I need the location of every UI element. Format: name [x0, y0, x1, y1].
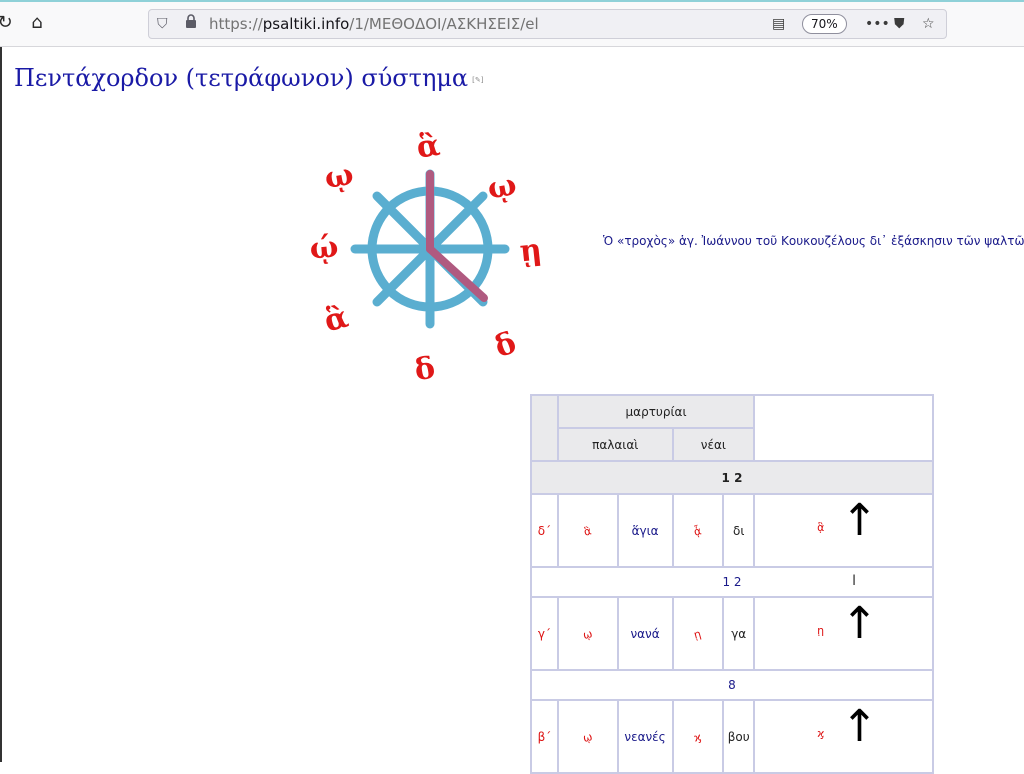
home-icon[interactable]: ⌂ — [26, 12, 48, 34]
degree-cell: β΄ — [530, 699, 559, 774]
lock-icon[interactable] — [185, 14, 197, 34]
interval-row: 1 2 — [530, 566, 934, 598]
reader-view-icon[interactable]: ▤ — [772, 14, 785, 34]
table-row: δ΄ ἃ ἅγια ᾆ δι ᾃ ↑ — [530, 493, 934, 568]
arrow-cell: ᾃ ↑ — [753, 493, 934, 568]
degree-cell: δ΄ — [530, 493, 559, 568]
neume-icon: ᾆ — [692, 523, 704, 539]
url-path: /1/ΜΕΘΟΔΟΙ/ΑΣΚΗΣΕΙΣ/el — [349, 15, 539, 33]
reload-icon[interactable]: ↻ — [0, 12, 16, 34]
syllable-cell: γα — [722, 596, 756, 671]
koukouzeles-wheel-image: ἃ ῳ ῃ δ δ ἃ ῴ ῳ — [308, 128, 543, 388]
svg-text:ῃ: ῃ — [518, 232, 543, 269]
degree-cell: γ΄ — [530, 596, 559, 671]
svg-text:ἃ: ἃ — [321, 300, 352, 340]
table-row: γ΄ ῳ νανά ῃ γα ῃ ↑ — [530, 596, 934, 671]
table-row: β΄ ῳ νεανές ϗ βου ϗ ↑ — [530, 699, 934, 774]
arrow-cell: ῃ ↑ — [753, 596, 934, 671]
interval-row: 1 2 — [530, 460, 934, 495]
text-cursor-icon: I — [852, 573, 857, 589]
bookmark-star-icon[interactable]: ☆ — [922, 14, 935, 34]
name-cell: νανά — [616, 596, 674, 671]
neume-icon: ῃ — [692, 626, 703, 642]
wheel-caption: Ὁ «τροχὸς» ἁγ. Ἰωάννου τοῦ Κουκουζέλους … — [603, 234, 1024, 248]
syllable-cell: βου — [722, 699, 756, 774]
url-bar[interactable]: ⛉ https://psaltiki.info/1/ΜΕΘΟΔΟΙ/ΑΣΚΗΣΕ… — [148, 9, 947, 39]
interval-row: 8 — [530, 669, 934, 701]
svg-text:δ: δ — [412, 350, 438, 388]
neume-icon: ᾃ — [817, 521, 825, 534]
header-new: νέαι — [671, 427, 756, 462]
table-header-blank — [753, 394, 934, 462]
new-neume-cell: ᾆ — [671, 493, 725, 568]
svg-text:δ: δ — [490, 325, 521, 365]
header-martyriai: μαρτυρίαι — [556, 394, 756, 429]
edit-section-link[interactable]: [✎] — [472, 76, 483, 84]
svg-text:ἃ: ἃ — [414, 128, 442, 166]
old-neume-cell: ἃ — [556, 493, 619, 568]
syllable-cell: δι — [722, 493, 756, 568]
name-cell: ἅγια — [616, 493, 674, 568]
neume-icon: ῳ — [581, 729, 594, 745]
tracking-shield-icon[interactable]: ⛉ — [157, 14, 168, 34]
name-cell: νεανές — [616, 699, 674, 774]
pocket-icon[interactable]: ⛊ — [894, 14, 905, 34]
svg-text:ῴ: ῴ — [308, 229, 340, 266]
neume-icon: ϗ — [692, 729, 704, 745]
new-neume-cell: ϗ — [671, 699, 725, 774]
browser-toolbar: ↻ ⌂ ⛉ https://psaltiki.info/1/ΜΕΘΟΔΟΙ/ΑΣ… — [0, 0, 1024, 47]
page-title-text: Πεντάχορδον (τετράφωνον) σύστημα — [14, 64, 469, 92]
table-corner — [530, 394, 559, 462]
neume-icon: ἃ — [582, 523, 593, 539]
tab-strip-edge — [0, 0, 1024, 2]
svg-text:ῳ: ῳ — [485, 167, 519, 206]
url-scheme: https:// — [209, 15, 263, 33]
url-host: psaltiki.info — [262, 15, 350, 33]
url-text[interactable]: https://psaltiki.info/1/ΜΕΘΟΔΟΙ/ΑΣΚΗΣΕΙΣ… — [209, 15, 539, 33]
neume-icon: ῃ — [817, 624, 825, 637]
neume-icon: ῳ — [581, 626, 594, 642]
up-arrow-icon: ↑ — [841, 495, 879, 546]
neume-icon: ϗ — [817, 727, 825, 740]
up-arrow-icon: ↑ — [841, 598, 879, 649]
zoom-level-badge[interactable]: 70% — [802, 14, 847, 34]
intervals-table: μαρτυρίαι παλαιαὶ νέαι 1 2 δ΄ ἃ ἅγια ᾆ δ… — [530, 394, 934, 774]
header-old: παλαιαὶ — [556, 427, 674, 462]
old-neume-cell: ῳ — [556, 699, 619, 774]
arrow-cell: ϗ ↑ — [753, 699, 934, 774]
new-neume-cell: ῃ — [671, 596, 725, 671]
more-actions-icon[interactable]: ••• — [865, 14, 890, 34]
svg-text:ῳ: ῳ — [322, 157, 356, 196]
old-neume-cell: ῳ — [556, 596, 619, 671]
up-arrow-icon: ↑ — [841, 701, 879, 752]
page-title: Πεντάχορδον (τετράφωνον) σύστημα [✎] — [14, 64, 483, 92]
